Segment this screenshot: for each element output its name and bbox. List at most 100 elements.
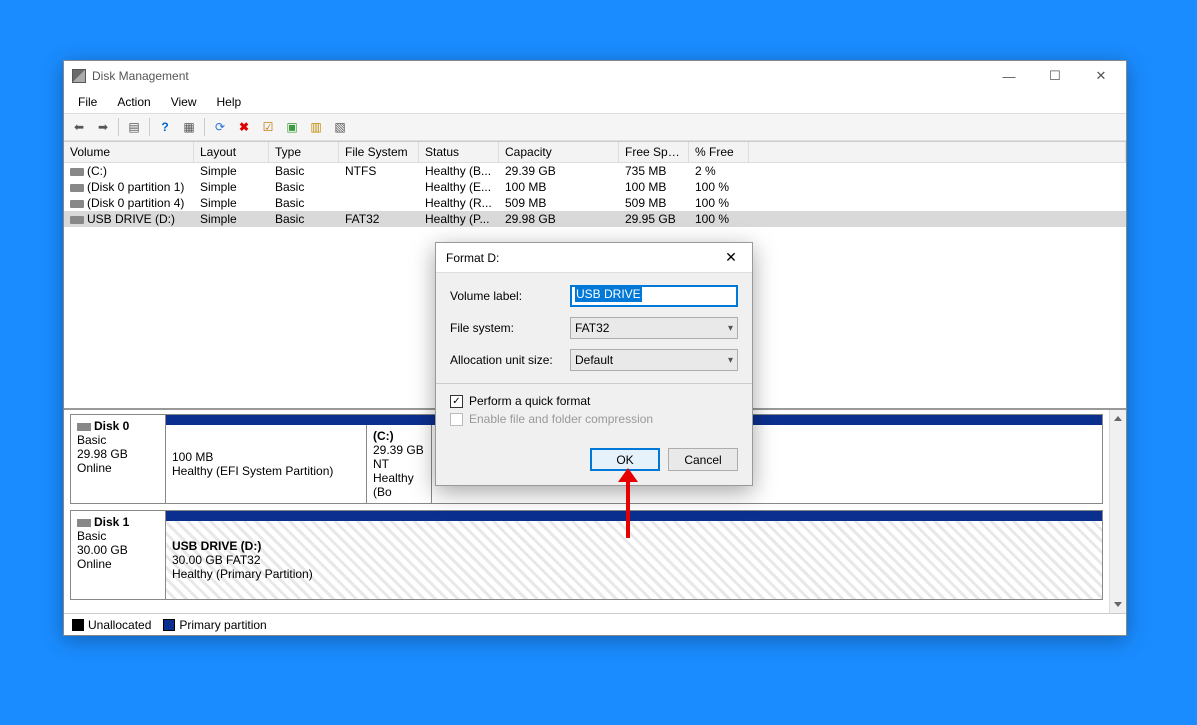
volume-row[interactable]: (Disk 0 partition 4) Simple Basic Health… bbox=[64, 195, 1126, 211]
partition-status: Healthy (Bo bbox=[373, 471, 425, 499]
volume-name: USB DRIVE (D:) bbox=[87, 212, 175, 226]
partition-status: Healthy (EFI System Partition) bbox=[172, 464, 360, 478]
statusbar: Unallocated Primary partition bbox=[64, 613, 1126, 635]
cancel-button[interactable]: Cancel bbox=[668, 448, 738, 471]
partition-title: (C:) bbox=[373, 429, 425, 443]
ok-button[interactable]: OK bbox=[590, 448, 660, 471]
allocation-unit-label: Allocation unit size: bbox=[450, 353, 570, 367]
disk-label[interactable]: Disk 1 Basic 30.00 GB Online bbox=[71, 511, 166, 599]
volume-name: (Disk 0 partition 4) bbox=[87, 196, 184, 210]
cell-status: Healthy (E... bbox=[419, 179, 499, 195]
maximize-button[interactable]: ☐ bbox=[1032, 62, 1078, 90]
close-dialog-button[interactable]: ✕ bbox=[716, 249, 746, 266]
volume-row[interactable]: USB DRIVE (D:) Simple Basic FAT32 Health… bbox=[64, 211, 1126, 227]
close-window-button[interactable]: ✕ bbox=[1078, 62, 1124, 90]
app-icon bbox=[72, 69, 86, 83]
cell-layout: Simple bbox=[194, 163, 269, 179]
check-icon[interactable]: ☑ bbox=[257, 116, 279, 138]
volume-label-input[interactable]: USB DRIVE bbox=[570, 285, 738, 307]
cell-status: Healthy (R... bbox=[419, 195, 499, 211]
disk-size: 30.00 GB bbox=[77, 543, 128, 557]
vertical-scrollbar[interactable] bbox=[1109, 410, 1126, 613]
col-pctfree[interactable]: % Free bbox=[689, 142, 749, 162]
cell-free: 735 MB bbox=[619, 163, 689, 179]
settings-icon[interactable]: ▧ bbox=[329, 116, 351, 138]
quick-format-checkbox[interactable]: ✓ Perform a quick format bbox=[450, 394, 738, 408]
back-icon[interactable]: ⬅ bbox=[68, 116, 90, 138]
minimize-button[interactable]: — bbox=[986, 62, 1032, 90]
file-menu[interactable]: File bbox=[70, 93, 105, 111]
view-list-icon[interactable]: ▦ bbox=[178, 116, 200, 138]
disk-label[interactable]: Disk 0 Basic 29.98 GB Online bbox=[71, 415, 166, 503]
volume-icon bbox=[70, 200, 84, 208]
legend-unallocated: Unallocated bbox=[88, 618, 151, 632]
disk-row: Disk 1 Basic 30.00 GB Online USB DRIVE (… bbox=[70, 510, 1103, 600]
view-menu[interactable]: View bbox=[163, 93, 205, 111]
disk-type: Basic bbox=[77, 433, 106, 447]
partition[interactable]: USB DRIVE (D:) 30.00 GB FAT32 Healthy (P… bbox=[166, 521, 1102, 599]
col-type[interactable]: Type bbox=[269, 142, 339, 162]
volume-icon bbox=[70, 184, 84, 192]
disk-state: Online bbox=[77, 461, 112, 475]
volume-label-value: USB DRIVE bbox=[575, 286, 642, 302]
partition[interactable]: 100 MB Healthy (EFI System Partition) bbox=[166, 425, 366, 503]
cell-capacity: 100 MB bbox=[499, 179, 619, 195]
cell-status: Healthy (B... bbox=[419, 163, 499, 179]
help-menu[interactable]: Help bbox=[209, 93, 250, 111]
partition-size: 30.00 GB FAT32 bbox=[172, 553, 1096, 567]
cell-type: Basic bbox=[269, 163, 339, 179]
disk-size: 29.98 GB bbox=[77, 447, 128, 461]
dialog-title: Format D: bbox=[446, 251, 716, 265]
col-layout[interactable]: Layout bbox=[194, 142, 269, 162]
disk-state: Online bbox=[77, 557, 112, 571]
format-dialog: Format D: ✕ Volume label: USB DRIVE File… bbox=[435, 242, 753, 486]
dialog-titlebar[interactable]: Format D: ✕ bbox=[436, 243, 752, 273]
col-free[interactable]: Free Spa... bbox=[619, 142, 689, 162]
cell-type: Basic bbox=[269, 195, 339, 211]
col-status[interactable]: Status bbox=[419, 142, 499, 162]
quick-format-label: Perform a quick format bbox=[469, 394, 590, 408]
col-volume[interactable]: Volume bbox=[64, 142, 194, 162]
forward-icon[interactable]: ➡ bbox=[92, 116, 114, 138]
disk-name: Disk 1 bbox=[94, 515, 129, 529]
partition-size: 100 MB bbox=[172, 450, 360, 464]
cell-free: 100 MB bbox=[619, 179, 689, 195]
partition[interactable]: (C:) 29.39 GB NT Healthy (Bo bbox=[366, 425, 431, 503]
cell-layout: Simple bbox=[194, 195, 269, 211]
new-volume-icon[interactable]: ▣ bbox=[281, 116, 303, 138]
allocation-unit-select[interactable]: Default ▾ bbox=[570, 349, 738, 371]
action-menu[interactable]: Action bbox=[109, 93, 158, 111]
col-filesystem[interactable]: File System bbox=[339, 142, 419, 162]
volume-grid-header: Volume Layout Type File System Status Ca… bbox=[64, 141, 1126, 163]
cell-pct: 2 % bbox=[689, 163, 749, 179]
delete-icon[interactable]: ✖ bbox=[233, 116, 255, 138]
cell-pct: 100 % bbox=[689, 211, 749, 227]
volume-name: (C:) bbox=[87, 164, 107, 178]
volume-row[interactable]: (C:) Simple Basic NTFS Healthy (B... 29.… bbox=[64, 163, 1126, 179]
disk-icon bbox=[77, 423, 91, 431]
volume-name: (Disk 0 partition 1) bbox=[87, 180, 184, 194]
filesystem-value: FAT32 bbox=[575, 321, 609, 335]
partition-status: Healthy (Primary Partition) bbox=[172, 567, 1096, 581]
cell-capacity: 29.98 GB bbox=[499, 211, 619, 227]
col-capacity[interactable]: Capacity bbox=[499, 142, 619, 162]
wizard-icon[interactable]: ▥ bbox=[305, 116, 327, 138]
disk-name: Disk 0 bbox=[94, 419, 129, 433]
allocation-unit-value: Default bbox=[575, 353, 613, 367]
partition-size: 29.39 GB NT bbox=[373, 443, 425, 471]
cell-status: Healthy (P... bbox=[419, 211, 499, 227]
volume-icon bbox=[70, 216, 84, 224]
filesystem-select[interactable]: FAT32 ▾ bbox=[570, 317, 738, 339]
toolbar-separator bbox=[149, 118, 150, 136]
legend-primary: Primary partition bbox=[179, 618, 266, 632]
help-icon[interactable]: ? bbox=[154, 116, 176, 138]
titlebar[interactable]: Disk Management — ☐ ✕ bbox=[64, 61, 1126, 91]
chevron-down-icon: ▾ bbox=[728, 355, 733, 366]
refresh-icon[interactable]: ⟳ bbox=[209, 116, 231, 138]
volume-icon bbox=[70, 168, 84, 176]
properties-icon[interactable]: ▤ bbox=[123, 116, 145, 138]
cell-fs: FAT32 bbox=[339, 211, 419, 227]
cell-free: 29.95 GB bbox=[619, 211, 689, 227]
disk-icon bbox=[77, 519, 91, 527]
volume-row[interactable]: (Disk 0 partition 1) Simple Basic Health… bbox=[64, 179, 1126, 195]
